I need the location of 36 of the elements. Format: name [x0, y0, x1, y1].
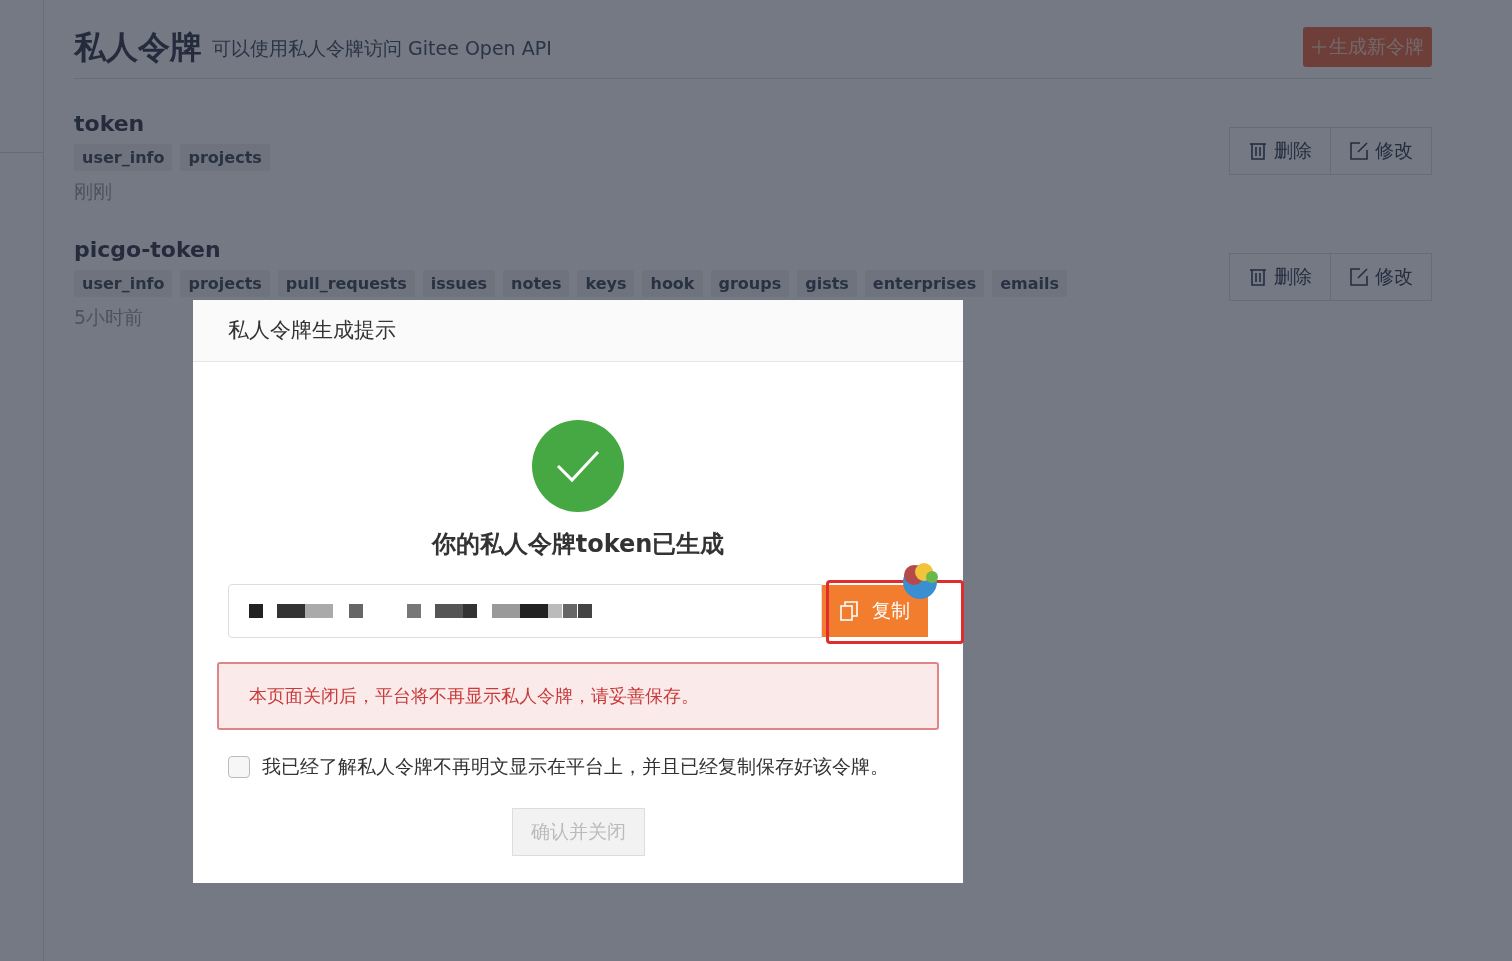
copy-button[interactable]: 复制: [822, 585, 928, 637]
delete-button[interactable]: 删除: [1229, 127, 1331, 175]
page-title: 私人令牌: [74, 27, 202, 68]
checkbox-label: 我已经了解私人令牌不再明文显示在平台上，并且已经复制保存好该令牌。: [262, 754, 889, 779]
checkbox[interactable]: [228, 756, 250, 778]
token-name: picgo-token: [74, 237, 222, 262]
copy-icon: [840, 601, 858, 621]
delete-button[interactable]: 删除: [1229, 253, 1331, 301]
scope-tag: pull_requests: [277, 270, 415, 297]
edit-button[interactable]: 修改: [1331, 127, 1432, 175]
edit-button[interactable]: 修改: [1331, 253, 1432, 301]
scope-tag: projects: [180, 144, 270, 171]
scope-tag: user_info: [74, 270, 173, 297]
success-heading: 你的私人令牌token已生成: [431, 529, 725, 560]
scope-tag: enterprises: [864, 270, 985, 297]
plus-icon: [1311, 39, 1327, 55]
scope-tag: emails: [992, 270, 1067, 297]
token-field[interactable]: [228, 584, 822, 638]
edit-icon: [1349, 141, 1369, 161]
scope-tag: user_info: [74, 144, 173, 171]
sticker-icon: [900, 560, 940, 600]
warning-message: 本页面关闭后，平台将不再显示私人令牌，请妥善保存。: [217, 662, 939, 730]
scope-tag: notes: [503, 270, 570, 297]
scope-tag: issues: [422, 270, 496, 297]
scope-tag: gists: [797, 270, 857, 297]
trash-icon: [1248, 267, 1268, 287]
token-name: token: [74, 111, 146, 136]
edit-icon: [1349, 267, 1369, 287]
scope-tag: groups: [710, 270, 790, 297]
page-subtitle: 可以使用私人令牌访问 Gitee Open API: [212, 36, 552, 61]
trash-icon: [1248, 141, 1268, 161]
dialog-title: 私人令牌生成提示: [228, 317, 397, 344]
scope-tag: keys: [577, 270, 635, 297]
scope-tag: projects: [180, 270, 270, 297]
scope-tag: hook: [642, 270, 703, 297]
success-check-icon: [532, 420, 624, 512]
